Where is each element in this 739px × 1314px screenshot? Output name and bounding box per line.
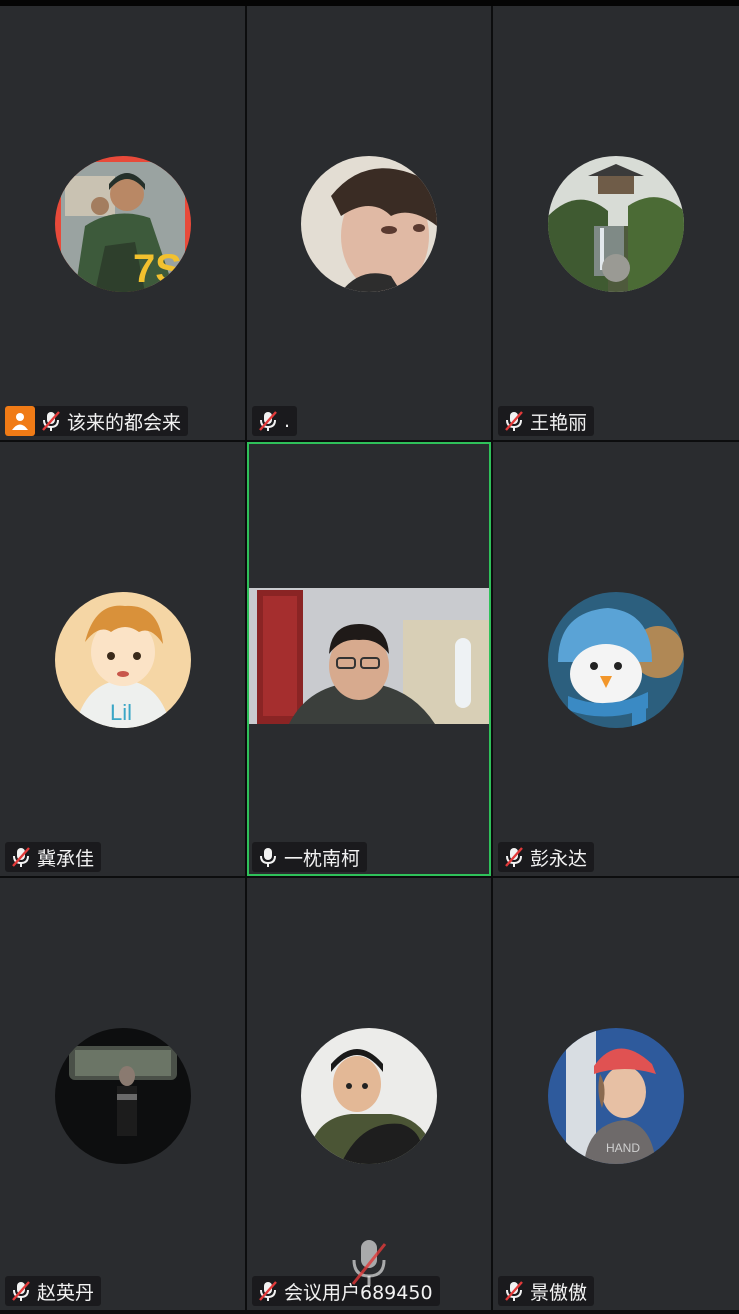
avatar [301, 1028, 437, 1164]
participant-tile[interactable]: 赵英丹 [0, 878, 245, 1310]
participant-name-tag: 景傲傲 [498, 1276, 595, 1306]
participant-tile[interactable]: . [247, 6, 491, 440]
participant-name-tag: 会议用户689450 [252, 1276, 440, 1306]
host-person-icon [5, 406, 35, 436]
participant-name-tag: 王艳丽 [498, 406, 595, 436]
participant-name-tag: 冀承佳 [5, 842, 102, 872]
camera-video [249, 588, 489, 724]
svg-text:7S: 7S [133, 247, 182, 291]
participant-name: 彭永达 [530, 847, 588, 870]
participant-tile[interactable]: Lil 冀承佳 [0, 442, 245, 876]
participant-tile[interactable]: 彭永达 [493, 442, 739, 876]
participant-name: 冀承佳 [37, 847, 95, 870]
participant-name-tag: 彭永达 [498, 842, 595, 872]
participant-name: 赵英丹 [37, 1281, 95, 1304]
mic-off-icon [505, 847, 523, 867]
participant-name: 该来的都会来 [67, 411, 182, 434]
mic-off-icon [259, 411, 277, 431]
avatar [301, 156, 437, 292]
video-grid: 7S 该来的都会来 . 王艳丽 Lil 冀承佳 一枕南柯 彭永达 赵英丹 会议用… [0, 6, 739, 1314]
participant-name-tag: . [252, 406, 298, 436]
participant-tile[interactable]: 王艳丽 [493, 6, 739, 440]
mic-off-icon [505, 1281, 523, 1301]
avatar: HAND [548, 1028, 684, 1164]
participant-name: 景傲傲 [530, 1281, 588, 1304]
participant-name: 一枕南柯 [284, 847, 361, 870]
participant-tile[interactable]: 7S 该来的都会来 [0, 6, 245, 440]
avatar [54, 1028, 191, 1164]
mic-off-icon [12, 1281, 30, 1301]
mic-icon [260, 848, 276, 867]
participant-tile[interactable]: HAND 景傲傲 [493, 878, 739, 1310]
mic-off-icon [259, 1281, 277, 1301]
avatar: Lil [54, 592, 191, 728]
avatar [548, 156, 684, 292]
svg-text:HAND: HAND [606, 1141, 640, 1155]
mic-off-icon [42, 411, 60, 431]
avatar: 7S [54, 156, 191, 292]
participant-name-tag: 赵英丹 [5, 1276, 102, 1306]
participant-name: 王艳丽 [530, 411, 588, 434]
participant-name-tag: 该来的都会来 [5, 406, 189, 436]
participant-name-tag: 一枕南柯 [252, 842, 368, 872]
participant-tile-active[interactable]: 一枕南柯 [247, 442, 491, 876]
svg-text:Lil: Lil [110, 700, 132, 725]
mic-off-icon [12, 847, 30, 867]
mic-off-icon [505, 411, 523, 431]
mic-off-icon[interactable] [349, 1238, 389, 1290]
avatar [548, 592, 684, 728]
participant-name: . [284, 410, 291, 432]
